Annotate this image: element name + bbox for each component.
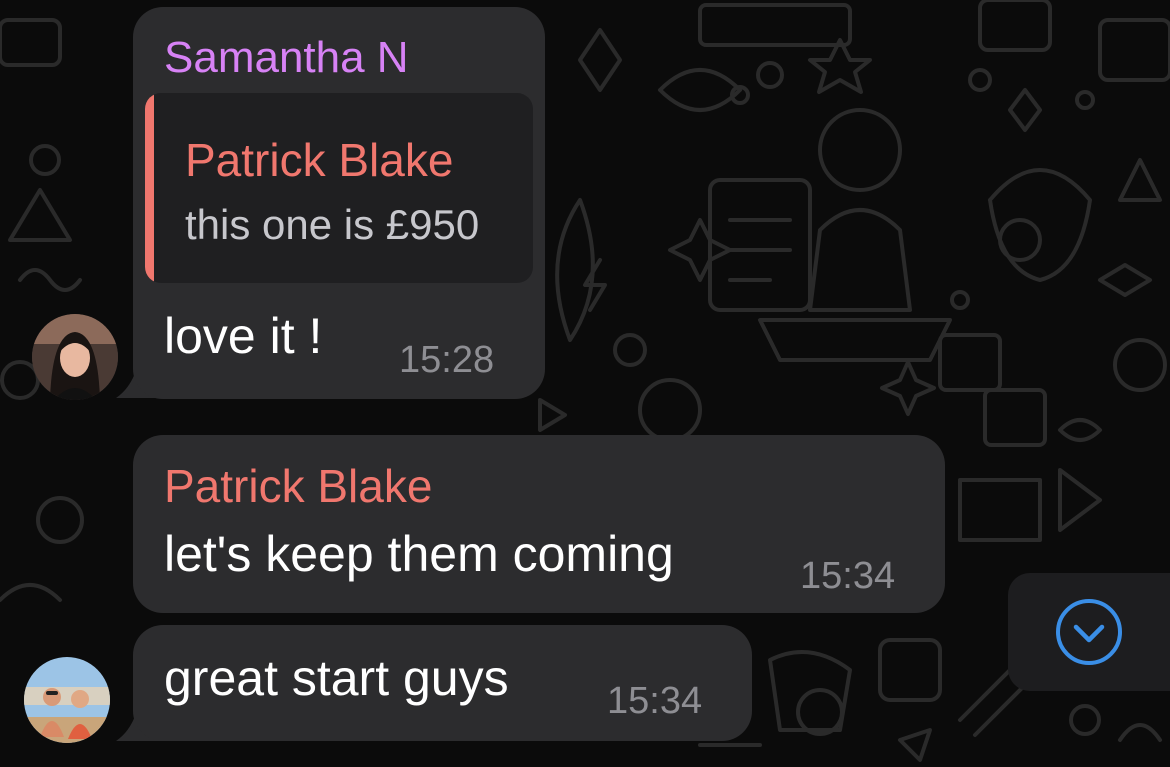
message-text: great start guys — [164, 650, 509, 706]
reply-quote-bar — [145, 93, 154, 283]
message-text: let's keep them coming — [164, 526, 674, 582]
message-text: love it ! — [164, 308, 323, 364]
avatar-image — [24, 657, 110, 743]
avatar-image — [32, 314, 118, 400]
message-time: 15:28 — [399, 339, 495, 381]
reply-text: this one is £950 — [185, 201, 480, 248]
message-time: 15:34 — [607, 680, 703, 722]
message-bubble[interactable]: great start guys 15:34 — [133, 625, 752, 741]
sender-name: Samantha N — [164, 33, 409, 82]
reply-quote[interactable]: Patrick Blake this one is £950 — [145, 93, 533, 283]
message-time: 15:34 — [800, 555, 896, 597]
sender-name: Patrick Blake — [164, 460, 433, 512]
avatar[interactable] — [24, 657, 110, 743]
scroll-down-button[interactable] — [1008, 573, 1170, 691]
avatar[interactable] — [32, 314, 118, 400]
chevron-down-circle-icon — [1056, 599, 1122, 665]
message-bubble[interactable]: Patrick Blake let's keep them coming 15:… — [133, 435, 945, 613]
message-bubble[interactable]: Samantha N Patrick Blake this one is £95… — [133, 7, 545, 399]
reply-sender-name: Patrick Blake — [185, 134, 454, 186]
